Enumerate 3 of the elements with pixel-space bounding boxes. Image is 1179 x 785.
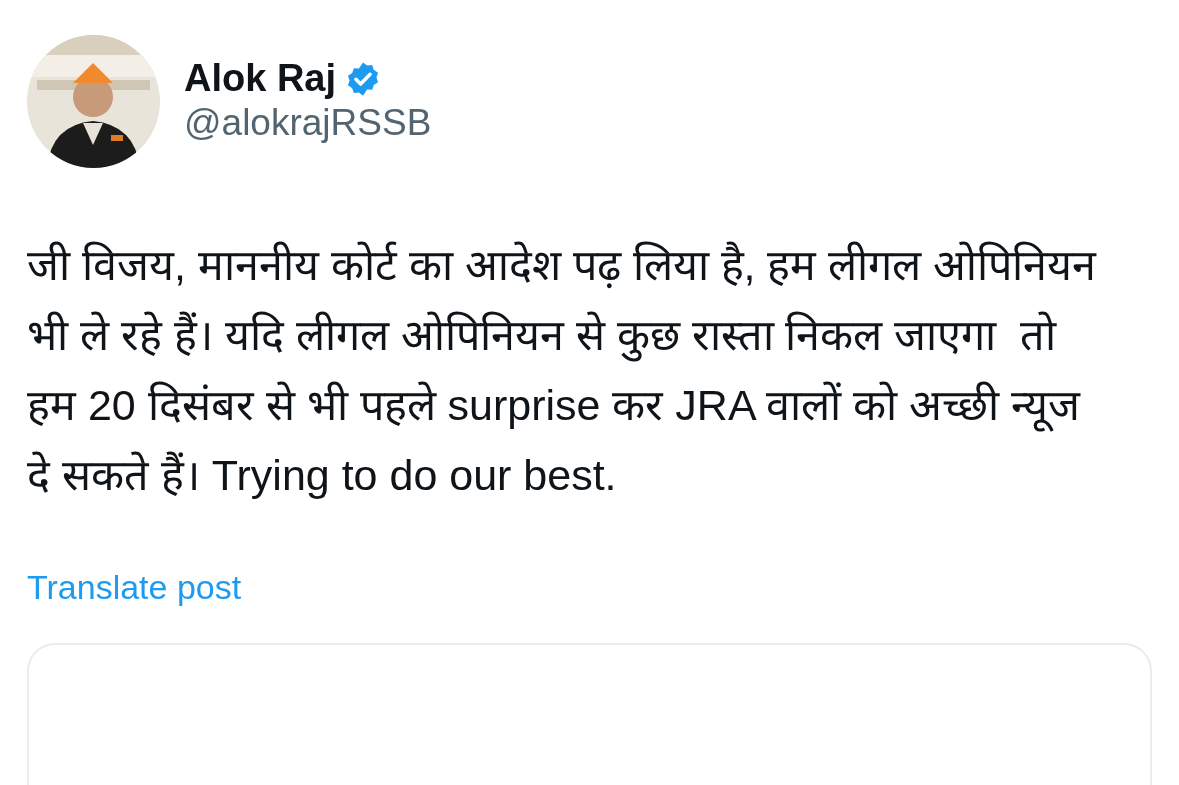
author-handle[interactable]: @alokrajRSSB xyxy=(184,101,432,146)
author-name[interactable]: Alok Raj xyxy=(184,57,337,102)
post-text: जी विजय, माननीय कोर्ट का आदेश पढ़ लिया है, हम लीगल ओपिनियन भी ले रहे हैं। यदि लीगल ओपिनियन से कुछ रास्ता निकल जाएगा तो हम 20 दिसंबर से भी पहले surprise कर JRA वालों को अच्छी न्यूज दे सकते हैं। Trying to do our best. xyxy=(27,240,1097,501)
